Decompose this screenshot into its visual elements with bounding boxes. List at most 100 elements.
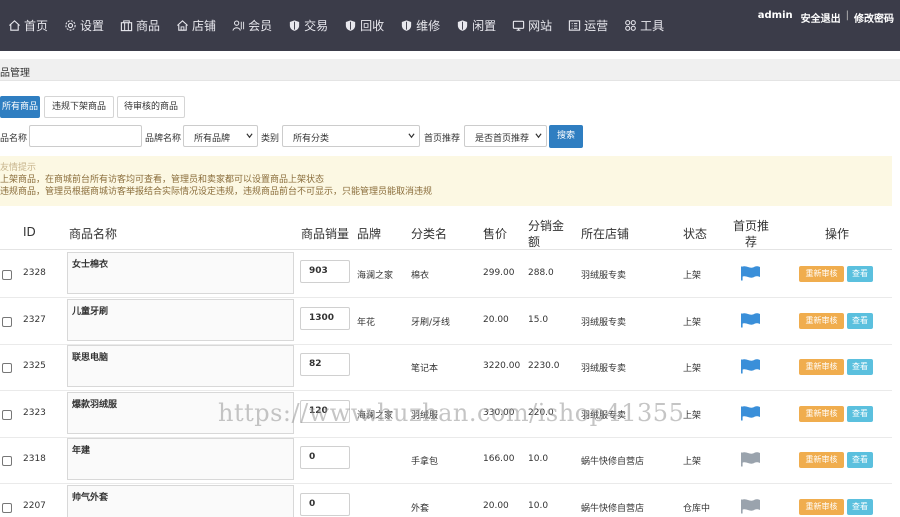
nav-item-label: 商品	[136, 19, 161, 33]
row-id: 2328	[23, 268, 46, 278]
tab-violation-goods[interactable]: 违规下架商品	[44, 96, 114, 118]
watermark: https://www.huzhan.com/ishop41355	[218, 399, 685, 427]
row-commission: 10.0	[528, 501, 549, 511]
re-review-button[interactable]: 重新审核	[799, 499, 844, 515]
goods-name: 儿童牙刷	[72, 307, 109, 317]
row-id: 2207	[23, 501, 46, 511]
row-store: 羽绒服专卖	[581, 318, 627, 328]
nav-item-label: 店铺	[192, 19, 217, 33]
goods-name-field[interactable]: 儿童牙刷	[67, 299, 294, 341]
sales-value: 0	[309, 452, 316, 462]
nav-item-store[interactable]: 店铺	[168, 0, 224, 51]
row-commission: 15.0	[528, 315, 549, 325]
flag-icon[interactable]	[741, 451, 761, 467]
table-row: 2325 联思电脑 82 笔记本 3220.00 2230.0 羽绒服专卖 上架 重新审核 查看	[0, 344, 892, 391]
row-status: 上架	[683, 318, 702, 328]
row-checkbox[interactable]	[2, 363, 12, 373]
flag-icon[interactable]	[741, 312, 761, 328]
logout-link[interactable]: 安全退出	[801, 10, 841, 25]
search-button[interactable]: 搜索	[549, 125, 583, 148]
shield-icon	[456, 19, 469, 32]
view-button[interactable]: 查看	[847, 266, 873, 282]
flag-icon[interactable]	[741, 358, 761, 374]
category-select[interactable]: 所有分类	[282, 125, 420, 147]
nav-item-label: 交易	[304, 19, 329, 33]
view-button[interactable]: 查看	[847, 406, 873, 422]
category-select-value: 所有分类	[293, 134, 330, 144]
flag-icon[interactable]	[741, 498, 761, 514]
sales-value: 0	[309, 499, 316, 509]
table-row: 2207 帅气外套 0 外套 20.00 10.0 蜗牛快修自营店 仓库中 重新审核 查看	[0, 484, 892, 517]
row-checkbox[interactable]	[2, 456, 12, 466]
row-status: 上架	[683, 364, 702, 374]
nav-item-home[interactable]: 首页	[0, 0, 56, 51]
user-menu: admin 安全退出 | 修改密码	[758, 10, 894, 25]
recommend-select-value: 是否首页推荐	[475, 134, 530, 144]
col-recommend: 首页推	[733, 219, 770, 233]
sales-input[interactable]: 0	[300, 493, 350, 516]
section-header: 品管理	[0, 59, 900, 81]
goods-name-field[interactable]: 女士棉衣	[67, 252, 294, 294]
col-commission-line2: 额	[528, 235, 541, 249]
view-button[interactable]: 查看	[847, 452, 873, 468]
member-icon	[232, 19, 245, 32]
nav-item-member[interactable]: 会员	[224, 0, 280, 51]
view-button[interactable]: 查看	[847, 313, 873, 329]
tab-pending-goods[interactable]: 待审核的商品	[117, 96, 185, 118]
row-checkbox[interactable]	[2, 317, 12, 327]
goods-name: 爆款羽绒服	[72, 400, 118, 410]
goods-name: 年建	[72, 446, 91, 456]
view-button[interactable]: 查看	[847, 359, 873, 375]
row-checkbox[interactable]	[2, 503, 12, 513]
category-filter-label: 类别	[261, 134, 280, 144]
flag-icon[interactable]	[741, 265, 761, 281]
sales-input[interactable]: 1300	[300, 307, 350, 330]
re-review-button[interactable]: 重新审核	[799, 452, 844, 468]
nav-item-website[interactable]: 网站	[504, 0, 560, 51]
row-price: 20.00	[483, 315, 509, 325]
sales-input[interactable]: 903	[300, 260, 350, 283]
col-recommend-line2: 荐	[745, 235, 758, 249]
nav-item-operation[interactable]: 运营	[560, 0, 616, 51]
nav-item-trade[interactable]: 交易	[280, 0, 336, 51]
goods-name-field[interactable]: 帅气外套	[67, 485, 294, 517]
nav-item-tools[interactable]: 工具	[616, 0, 672, 51]
col-status: 状态	[683, 227, 708, 241]
gear-icon	[64, 19, 77, 32]
goods-name-field[interactable]: 年建	[67, 438, 294, 480]
nav-item-label: 工具	[640, 19, 665, 33]
recommend-select[interactable]: 是否首页推荐	[464, 125, 547, 147]
goods-name: 帅气外套	[72, 493, 109, 503]
change-password-link[interactable]: 修改密码	[854, 10, 894, 25]
goods-name-input[interactable]	[29, 125, 142, 147]
brand-select[interactable]: 所有品牌	[183, 125, 258, 147]
brand-select-value: 所有品牌	[194, 134, 231, 144]
nav-item-repair[interactable]: 维修	[392, 0, 448, 51]
nav-item-idle[interactable]: 闲置	[448, 0, 504, 51]
goods-icon	[120, 19, 133, 32]
nav-item-settings[interactable]: 设置	[56, 0, 112, 51]
row-checkbox[interactable]	[2, 410, 12, 420]
nav-item-recycle[interactable]: 回收	[336, 0, 392, 51]
sales-input[interactable]: 0	[300, 446, 350, 469]
top-nav-bar: 首页 设置 商品 店铺 会员 交易 回收 维修 闲置 网站 运营 工具 admin 安全退出 | 修改…	[0, 0, 900, 51]
row-price: 299.00	[483, 268, 515, 278]
goods-name: 女士棉衣	[72, 260, 109, 270]
goods-name-field[interactable]: 联思电脑	[67, 345, 294, 387]
col-actions: 操作	[825, 227, 850, 241]
sales-input[interactable]: 82	[300, 353, 350, 376]
tab-all-goods[interactable]: 所有商品	[0, 96, 40, 118]
nav-item-goods[interactable]: 商品	[112, 0, 168, 51]
row-checkbox[interactable]	[2, 270, 12, 280]
row-category: 牙刷/牙线	[411, 318, 451, 328]
re-review-button[interactable]: 重新审核	[799, 313, 844, 329]
row-price: 20.00	[483, 501, 509, 511]
monitor-icon	[512, 19, 525, 32]
main-nav: 首页 设置 商品 店铺 会员 交易 回收 维修 闲置 网站 运营 工具	[0, 0, 672, 51]
re-review-button[interactable]: 重新审核	[799, 406, 844, 422]
re-review-button[interactable]: 重新审核	[799, 359, 844, 375]
separator: |	[845, 10, 849, 21]
re-review-button[interactable]: 重新审核	[799, 266, 844, 282]
flag-icon[interactable]	[741, 405, 761, 421]
view-button[interactable]: 查看	[847, 499, 873, 515]
